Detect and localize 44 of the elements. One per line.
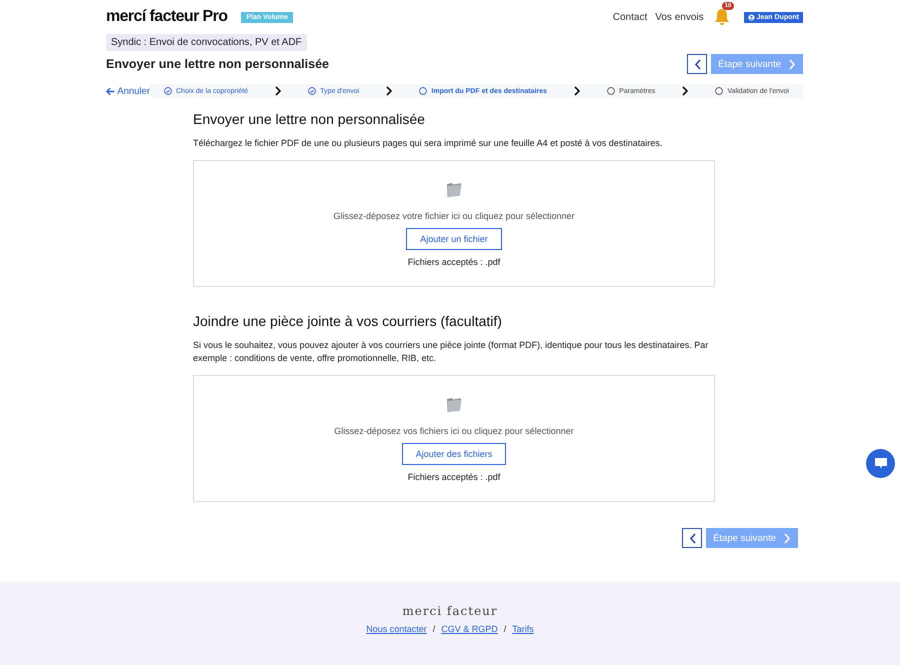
footer-link[interactable]: CGV & RGPD bbox=[441, 624, 498, 634]
circle-icon bbox=[419, 87, 428, 95]
previous-button[interactable] bbox=[682, 528, 702, 548]
check-circle-icon bbox=[164, 87, 172, 95]
drop-hint: Glissez-déposez vos fichiers ici ou cliquez pour sélectionner bbox=[334, 426, 574, 436]
section-title: Joindre une pièce jointe à vos courriers (facultatif) bbox=[193, 313, 503, 329]
drop-hint: Glissez-déposez votre fichier ici ou cliquez pour sélectionner bbox=[333, 211, 575, 221]
chevron-right-icon bbox=[386, 86, 392, 96]
logo[interactable]: mercí facteur Pro bbox=[106, 8, 228, 26]
footer-logo: merci facteur bbox=[402, 604, 498, 618]
accepted-formats: Fichiers acceptés : .pdf bbox=[408, 472, 500, 482]
section-description: Si vous le souhaitez, vous pouvez ajouter à vos courriers une pièce jointe (format PDF), identique pour tous les destinataires. Par exemple : conditions de vente, offre promotionnelle, RIB, etc. bbox=[193, 339, 710, 365]
cancel-link[interactable]: Annuler bbox=[106, 86, 150, 96]
chevron-right-icon bbox=[682, 86, 688, 96]
chevron-left-icon bbox=[688, 532, 696, 544]
chevron-right-icon bbox=[789, 58, 796, 70]
circle-icon bbox=[715, 87, 724, 95]
section-description: Téléchargez le fichier PDF de une ou plusieurs pages qui sera imprimé sur une feuille A4 et posté à vos destinataires. bbox=[193, 137, 664, 150]
add-file-button[interactable]: Ajouter des fichiers bbox=[402, 443, 506, 465]
footer-link[interactable]: Tarifs bbox=[512, 624, 534, 634]
check-circle-icon bbox=[308, 87, 316, 95]
drop-zone[interactable]: Glissez-déposez vos fichiers ici ou cliquez pour sélectionner Ajouter des fichiers Fichiers acceptés : .pdf bbox=[193, 375, 715, 502]
page-title: Envoyer une lettre non personnalisée bbox=[106, 57, 330, 71]
footer-link[interactable]: Nous contacter bbox=[366, 624, 427, 634]
circle-icon bbox=[607, 87, 616, 95]
chevron-left-icon bbox=[694, 58, 701, 70]
chat-button[interactable] bbox=[866, 449, 895, 478]
nav-link[interactable]: Contact bbox=[612, 12, 648, 22]
nav-link[interactable]: Vos envois bbox=[655, 12, 704, 22]
previous-button[interactable] bbox=[687, 54, 708, 74]
user-icon bbox=[748, 14, 755, 20]
add-file-button[interactable]: Ajouter un fichier bbox=[406, 228, 502, 250]
section-title: Envoyer une lettre non personnalisée bbox=[193, 111, 426, 127]
accepted-formats: Fichiers acceptés : .pdf bbox=[408, 257, 500, 267]
arrow-left-icon bbox=[106, 86, 116, 96]
chevron-right-icon bbox=[574, 86, 580, 96]
chevron-right-icon bbox=[784, 532, 791, 544]
link-separator: / bbox=[432, 624, 436, 634]
chat-icon bbox=[874, 457, 888, 470]
context-tag: Syndic : Envoi de convocations, PV et ADF bbox=[106, 34, 307, 51]
chevron-right-icon bbox=[275, 86, 282, 96]
link-separator: / bbox=[504, 624, 506, 634]
bell-icon[interactable] bbox=[714, 8, 730, 26]
drop-zone[interactable]: Glissez-déposez votre fichier ici ou cliquez pour sélectionner Ajouter un fichier Fichiers acceptés : .pdf bbox=[193, 160, 715, 287]
